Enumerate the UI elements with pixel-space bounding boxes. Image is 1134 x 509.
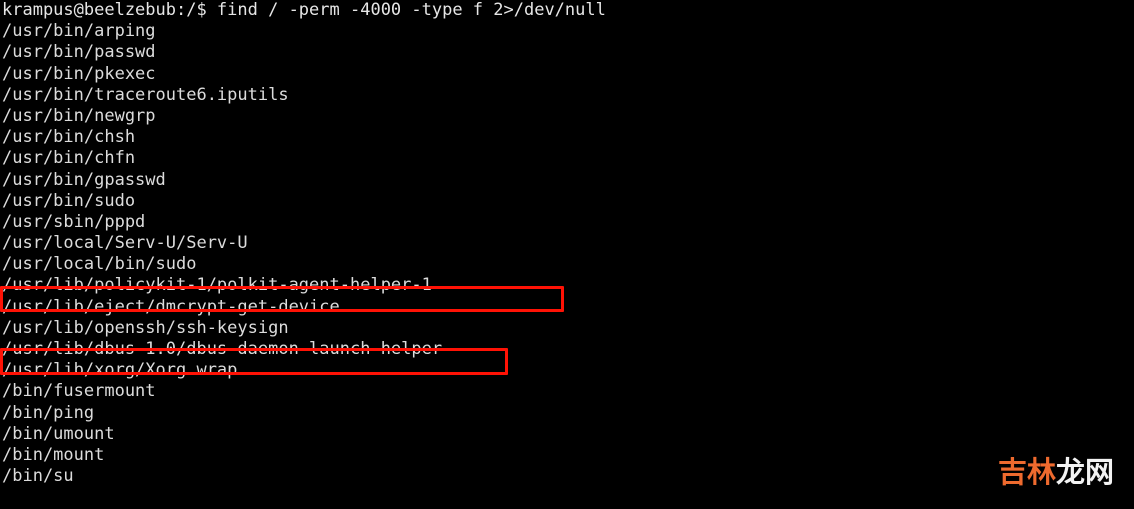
terminal-output-line: /usr/lib/openssh/ssh-keysign	[2, 317, 289, 338]
terminal-output-line: /bin/mount	[2, 444, 105, 465]
watermark-text-white: 龙网	[1056, 455, 1115, 489]
terminal-output-line: /bin/umount	[2, 423, 115, 444]
terminal-prompt-line: krampus@beelzebub:/$ find / -perm -4000 …	[2, 0, 606, 20]
terminal-output-line: /usr/local/bin/sudo	[2, 254, 197, 275]
terminal-output-line: /usr/local/Serv-U/Serv-U	[2, 233, 248, 254]
terminal-output-line: /bin/fusermount	[2, 381, 156, 402]
terminal-output-line: /usr/bin/gpasswd	[2, 169, 166, 190]
terminal-output-line: /usr/sbin/pppd	[2, 211, 146, 232]
watermark: 吉林龙网	[998, 455, 1114, 489]
terminal-output-line: /bin/su	[2, 466, 74, 487]
terminal-output-line: /usr/bin/pkexec	[2, 63, 156, 84]
terminal-output-line: /usr/bin/passwd	[2, 42, 156, 63]
terminal-output-line: /usr/bin/arping	[2, 21, 156, 42]
terminal-output-line: /usr/lib/eject/dmcrypt-get-device	[2, 296, 340, 317]
terminal-output-line: /usr/bin/traceroute6.iputils	[2, 84, 289, 105]
terminal-output-line-highlighted-dbus: /usr/lib/dbus-1.0/dbus-daemon-launch-hel…	[2, 339, 443, 359]
terminal-output-area: krampus@beelzebub:/$ find / -perm -4000 …	[0, 0, 1134, 487]
terminal-output-line: /usr/bin/chfn	[2, 148, 136, 169]
terminal-output-line: /bin/ping	[2, 402, 95, 423]
watermark-text-orange: 吉林	[998, 455, 1057, 489]
terminal-window[interactable]: krampus@beelzebub:/$ find / -perm -4000 …	[0, 0, 1134, 509]
terminal-output-line-highlighted-polkit: /usr/lib/policykit-1/polkit-agent-helper…	[2, 275, 432, 296]
terminal-output-line: /usr/bin/newgrp	[2, 105, 156, 126]
terminal-output-line: /usr/lib/xorg/Xorg.wrap	[2, 360, 238, 381]
terminal-output-line: /usr/bin/chsh	[2, 127, 136, 148]
terminal-output-line: /usr/bin/sudo	[2, 190, 136, 211]
